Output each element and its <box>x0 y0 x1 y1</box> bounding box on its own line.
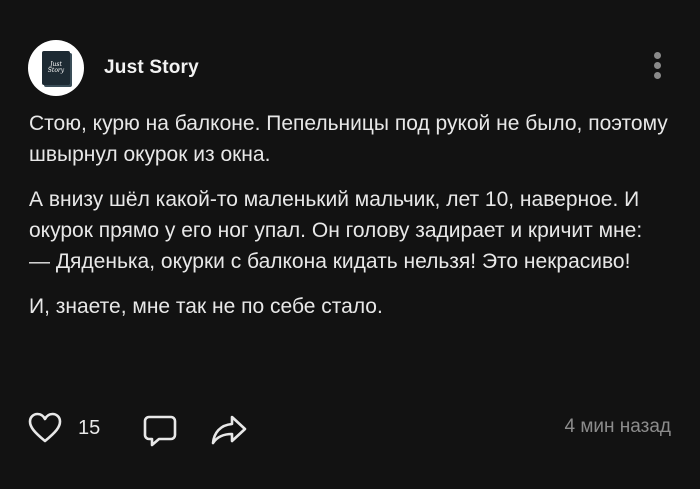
paragraph-1: Стою, курю на балконе. Пепельницы под ру… <box>29 112 668 166</box>
heart-icon <box>28 412 62 443</box>
like-button[interactable]: 15 <box>28 412 100 444</box>
comment-button[interactable] <box>143 414 177 453</box>
book-icon: Just Story <box>42 51 70 85</box>
avatar-text-line-2: Story <box>47 67 65 74</box>
paragraph-4: И, знаете, мне так не по себе стало. <box>29 295 383 318</box>
comment-icon <box>143 415 177 447</box>
more-vertical-icon[interactable] <box>651 52 663 84</box>
like-count: 15 <box>78 416 101 439</box>
author-name[interactable]: Just Story <box>104 57 199 79</box>
paragraph-2: А внизу шёл какой-то маленький мальчик, … <box>29 188 643 242</box>
share-icon <box>211 415 247 445</box>
post-content: Стою, курю на балконе. Пепельницы под ру… <box>29 108 679 336</box>
post-header: Just Story Just Story <box>28 40 199 96</box>
timestamp: 4 мин назад <box>564 416 671 437</box>
post-footer: 15 4 мин назад <box>28 412 673 452</box>
share-button[interactable] <box>211 414 247 451</box>
avatar[interactable]: Just Story <box>28 40 84 96</box>
paragraph-3: — Дяденька, окурки с балкона кидать нель… <box>29 250 631 273</box>
post-card: Just Story Just Story Стою, курю на балк… <box>0 0 700 489</box>
